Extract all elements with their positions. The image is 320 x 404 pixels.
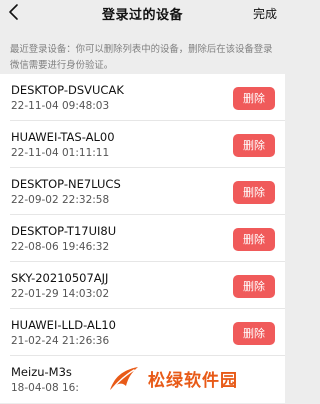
- delete-button[interactable]: 删除: [233, 87, 275, 110]
- device-name: HUAWEI-TAS-AL00: [11, 130, 115, 144]
- device-login-time: 22-11-04 09:48:03: [11, 100, 110, 112]
- device-row: SKY-20210507AJJ 22-01-29 14:03:02 删除: [0, 262, 285, 309]
- device-login-time: 22-09-02 22:32:58: [11, 194, 110, 206]
- done-button[interactable]: 完成: [253, 5, 277, 22]
- watermark-text: 松绿软件园: [148, 371, 238, 391]
- device-name: HUAWEI-LLD-AL10: [11, 318, 116, 332]
- device-row: DESKTOP-NE7LUCS 22-09-02 22:32:58 删除: [0, 168, 285, 215]
- device-name: DESKTOP-DSVUCAK: [11, 83, 124, 97]
- navigation-bar: 登录过的设备 完成: [0, 0, 285, 26]
- page-title: 登录过的设备: [101, 8, 183, 23]
- device-list-page: 登录过的设备 完成 最近登录设备：你可以删除列表中的设备，删除后在该设备登录微信…: [0, 0, 285, 404]
- device-name: DESKTOP-NE7LUCS: [11, 177, 121, 191]
- device-login-time: 22-01-29 14:03:02: [11, 288, 110, 300]
- device-list: DESKTOP-DSVUCAK 22-11-04 09:48:03 删除 HUA…: [0, 74, 285, 403]
- delete-button[interactable]: 删除: [233, 228, 275, 251]
- device-name: SKY-20210507AJJ: [11, 271, 109, 285]
- device-row: DESKTOP-T17UI8U 22-08-06 19:46:32 删除: [0, 215, 285, 262]
- device-row: HUAWEI-LLD-AL10 21-02-24 21:26:36 删除: [0, 309, 285, 356]
- watermark: 松绿软件园: [108, 362, 285, 400]
- delete-button[interactable]: 删除: [233, 322, 275, 345]
- device-login-time: 18-04-08 16:: [11, 382, 79, 394]
- device-name: Meizu-M3s: [11, 365, 72, 379]
- delete-button[interactable]: 删除: [233, 181, 275, 204]
- delete-button[interactable]: 删除: [233, 275, 275, 298]
- device-login-time: 22-11-04 01:11:11: [11, 147, 110, 159]
- delete-button[interactable]: 删除: [233, 134, 275, 157]
- device-row: DESKTOP-DSVUCAK 22-11-04 09:48:03 删除: [0, 74, 285, 121]
- leaf-logo-icon: [108, 364, 140, 392]
- notice-text: 最近登录设备：你可以删除列表中的设备，删除后在该设备登录微信需要进行身份验证。: [10, 44, 273, 71]
- device-login-time: 21-02-24 21:26:36: [11, 335, 110, 347]
- device-row: HUAWEI-TAS-AL00 22-11-04 01:11:11 删除: [0, 121, 285, 168]
- device-name: DESKTOP-T17UI8U: [11, 224, 117, 238]
- device-login-time: 22-08-06 19:46:32: [11, 241, 110, 253]
